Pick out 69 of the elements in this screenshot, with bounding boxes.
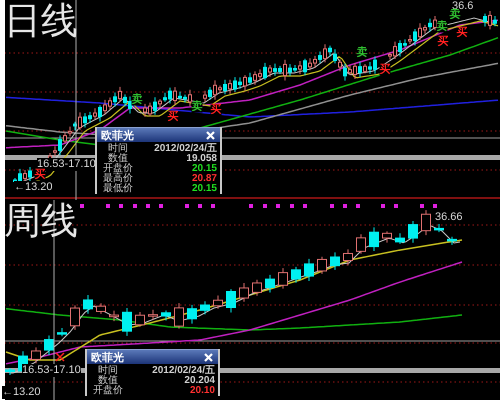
sell-signal: 卖 [192, 102, 202, 112]
buy-signal: 买 [168, 112, 178, 122]
candlestick [135, 311, 145, 328]
candlestick [447, 236, 457, 246]
field-value: 20.15 [192, 164, 218, 174]
candlestick [291, 266, 301, 284]
field-value: 20.15 [192, 184, 218, 194]
candlestick [57, 328, 67, 337]
price-label: ←13.20 [2, 386, 41, 400]
candlestick [304, 258, 314, 282]
candlestick [421, 210, 431, 236]
price-label: 36.66 [435, 211, 463, 224]
candlestick [44, 335, 54, 356]
cross-marker-icon [55, 352, 65, 362]
candlestick [200, 300, 210, 315]
field-value: 19.058 [186, 154, 218, 164]
candlestick [239, 282, 249, 302]
candlestick [382, 230, 392, 244]
candlestick [226, 288, 236, 313]
close-button[interactable] [205, 130, 216, 140]
field-value: 2012/02/24/五 [154, 144, 218, 154]
candlestick [213, 294, 223, 310]
candlestick [356, 234, 366, 254]
candlestick [330, 252, 340, 270]
candlestick [109, 310, 119, 322]
close-icon [203, 352, 214, 362]
sell-signal: 卖 [132, 94, 142, 106]
candlestick [5, 368, 15, 376]
candlestick [369, 226, 379, 252]
field-value: 20.10 [190, 386, 216, 396]
candlestick [187, 304, 197, 324]
candlestick [148, 309, 158, 320]
field-label: 开盘价 [102, 164, 134, 174]
candlestick [408, 220, 418, 244]
field-value: 20.87 [192, 174, 218, 184]
popup-title: 欧菲光 [91, 350, 124, 364]
candlestick [83, 294, 93, 314]
buy-signal: 买 [438, 36, 448, 48]
buy-signal: 买 [210, 104, 222, 116]
buy-signal: 买 [456, 28, 468, 38]
field-label: 数值 [108, 154, 128, 164]
field-value: 2012/02/24/五 [152, 366, 216, 376]
popup-title: 欧菲光 [101, 128, 134, 142]
candlestick [252, 279, 262, 296]
close-icon [205, 130, 216, 140]
field-label: 数值 [98, 376, 118, 386]
field-label: 时间 [97, 366, 119, 376]
candlestick [70, 304, 80, 330]
sell-signal: 卖 [436, 22, 448, 32]
sell-signal: 卖 [356, 48, 368, 58]
candlestick [265, 274, 275, 294]
candlestick [96, 302, 106, 314]
candlestick [174, 302, 184, 330]
candlestick [317, 256, 327, 274]
candlestick [395, 232, 405, 244]
field-label: 开盘价 [92, 386, 124, 396]
candlestick [161, 310, 171, 321]
close-button[interactable] [203, 352, 214, 362]
candlestick [278, 268, 288, 290]
candlestick [434, 223, 444, 233]
candlestick [343, 248, 353, 266]
price-label: 16.53-17.10 [22, 364, 81, 378]
field-value: 20.204 [184, 376, 216, 386]
candlestick [31, 346, 41, 364]
buy-signal: 买 [380, 64, 390, 76]
field-label: 最高价 [102, 174, 134, 184]
field-label: 最低价 [102, 184, 134, 194]
candlestick [122, 308, 132, 336]
field-label: 时间 [107, 144, 129, 154]
